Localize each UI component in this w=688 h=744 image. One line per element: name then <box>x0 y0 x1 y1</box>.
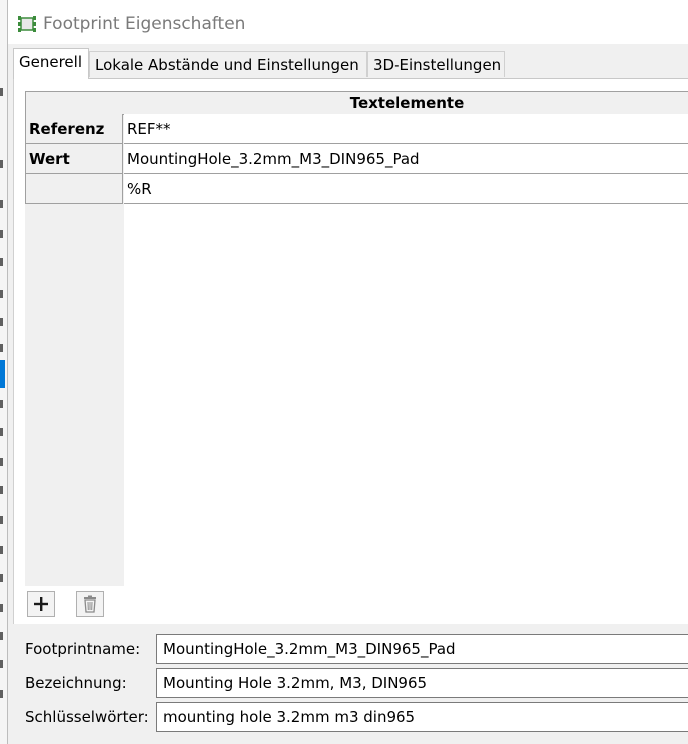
tab-local-clearances[interactable]: Lokale Abstände und Einstellungen <box>89 51 367 77</box>
background-tick <box>0 230 3 238</box>
background-tick <box>0 660 3 668</box>
keywords-field[interactable]: mounting hole 3.2mm m3 din965 <box>156 702 688 732</box>
background-tick <box>0 428 3 436</box>
row-label-reference[interactable]: Referenz <box>25 114 123 144</box>
footprint-properties-dialog: Footprint Eigenschaften Generell Lokale … <box>7 0 688 744</box>
column-header-text-items[interactable]: Textelemente <box>124 91 688 115</box>
footprint-name-field[interactable]: MountingHole_3.2mm_M3_DIN965_Pad <box>156 634 688 664</box>
text-items-grid[interactable]: Textelemente Referenz REF** Wert Mountin… <box>25 91 688 586</box>
add-field-button[interactable] <box>27 591 55 617</box>
footprint-app-icon <box>18 16 36 32</box>
row-label-user[interactable] <box>25 174 123 204</box>
footprint-name-label: Footprintname: <box>25 640 141 658</box>
cell-value-value[interactable]: MountingHole_3.2mm_M3_DIN965_Pad <box>124 144 688 174</box>
cell-user-value[interactable]: %R <box>124 174 688 204</box>
tab-generell[interactable]: Generell <box>13 48 89 79</box>
general-tab-panel: Textelemente Referenz REF** Wert Mountin… <box>13 78 688 624</box>
background-tick <box>0 344 3 352</box>
background-tick <box>0 400 3 408</box>
cell-reference-value[interactable]: REF** <box>124 114 688 144</box>
background-tick <box>0 160 3 168</box>
background-tick <box>0 574 3 582</box>
background-tick <box>0 258 3 266</box>
tab-3d-settings[interactable]: 3D-Einstellungen <box>367 51 505 77</box>
description-label: Bezeichnung: <box>25 674 127 692</box>
background-tick <box>0 632 3 640</box>
background-tick <box>0 486 3 494</box>
delete-field-button[interactable] <box>76 591 104 617</box>
title-bar[interactable]: Footprint Eigenschaften <box>8 0 688 44</box>
row-label-value[interactable]: Wert <box>25 144 123 174</box>
background-tick <box>0 290 3 298</box>
background-tick <box>0 690 3 698</box>
background-tick <box>0 516 3 524</box>
keywords-label: Schlüsselwörter: <box>25 708 149 726</box>
description-field[interactable]: Mounting Hole 3.2mm, M3, DIN965 <box>156 668 688 698</box>
trash-icon <box>84 595 96 613</box>
background-tick <box>0 318 3 326</box>
background-tick <box>0 88 3 96</box>
background-tick <box>0 546 3 554</box>
background-selection <box>0 360 5 388</box>
plus-icon <box>34 597 48 611</box>
grid-corner <box>25 91 125 115</box>
background-tick <box>0 604 3 612</box>
window-title: Footprint Eigenschaften <box>43 14 246 34</box>
background-tick <box>0 458 3 466</box>
background-tick <box>0 200 3 208</box>
